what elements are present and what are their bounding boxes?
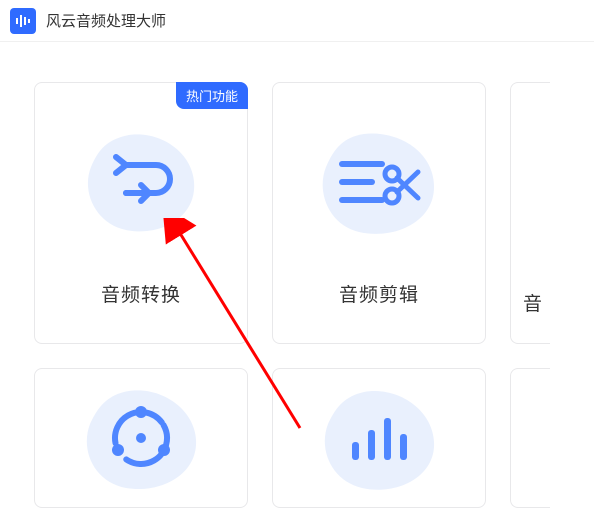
card-partial-right-2[interactable] xyxy=(510,368,550,508)
card-label: 音频剪辑 xyxy=(339,280,419,343)
hot-badge: 热门功能 xyxy=(176,82,248,109)
app-title: 风云音频处理大师 xyxy=(46,10,166,31)
stats-icon xyxy=(273,369,485,507)
card-grid: 热门功能 音频转换 xyxy=(0,42,594,508)
share-icon xyxy=(35,369,247,507)
card-label: 音频转换 xyxy=(101,280,181,343)
app-logo-icon xyxy=(10,8,36,34)
convert-icon xyxy=(35,83,247,280)
card-audio-edit[interactable]: 音频剪辑 xyxy=(272,82,486,344)
card-audio-convert[interactable]: 热门功能 音频转换 xyxy=(34,82,248,344)
edit-icon xyxy=(273,83,485,280)
card-partial-right-1[interactable]: 音 xyxy=(510,82,550,344)
card-row2-share[interactable] xyxy=(34,368,248,508)
titlebar: 风云音频处理大师 xyxy=(0,0,594,42)
card-label-partial: 音 xyxy=(523,289,542,316)
card-row2-stats[interactable] xyxy=(272,368,486,508)
